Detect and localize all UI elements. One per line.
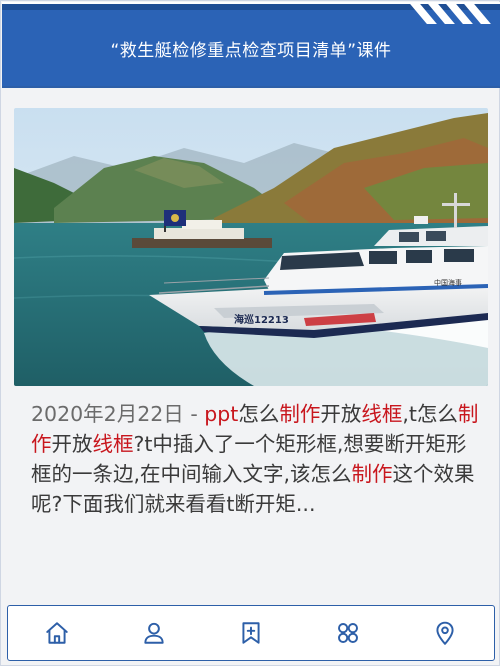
- excerpt-keyword: 线框: [361, 402, 403, 426]
- header-stripes-decoration: [405, 2, 491, 24]
- page-title: “救生艇检修重点检查项目清单”课件: [110, 41, 392, 61]
- excerpt-keyword: 制作: [351, 462, 393, 486]
- excerpt-keyword: ppt: [204, 402, 239, 426]
- boat-agency-label: 中国海事: [434, 279, 462, 287]
- article-card[interactable]: 海巡12213 中国海事 2020年2月22日 - ppt怎么制作开放线框,t怎…: [11, 105, 491, 595]
- location-pin-icon: [436, 621, 454, 645]
- excerpt-text: ,t怎么: [402, 402, 458, 426]
- excerpt-keyword: 线框: [92, 432, 134, 456]
- tab-favorites[interactable]: [231, 613, 271, 653]
- bookmark-add-icon: [242, 622, 260, 644]
- app-header: “救生艇检修重点检查项目清单”课件: [2, 2, 500, 88]
- boat-number-label: 海巡12213: [234, 315, 289, 326]
- home-icon: [45, 622, 68, 644]
- article-date: 2020年2月22日: [31, 402, 184, 426]
- apps-grid-icon: [338, 623, 359, 643]
- page-frame: “救生艇检修重点检查项目清单”课件 海巡12213 中国海事 2020年2月22…: [0, 0, 500, 666]
- excerpt-text: 怎么: [238, 402, 280, 426]
- excerpt-keyword: 制作: [279, 402, 321, 426]
- tab-location[interactable]: [425, 613, 465, 653]
- tab-home[interactable]: [37, 613, 77, 653]
- excerpt-text: 开放: [51, 432, 93, 456]
- date-separator: -: [183, 402, 205, 426]
- excerpt-text: 开放: [320, 402, 362, 426]
- boat-photo-illustration: [14, 108, 488, 386]
- tab-categories[interactable]: [328, 613, 368, 653]
- user-icon: [144, 622, 164, 644]
- bottom-tab-bar: [7, 605, 495, 661]
- article-photo[interactable]: 海巡12213 中国海事: [14, 108, 488, 386]
- article-excerpt[interactable]: 2020年2月22日 - ppt怎么制作开放线框,t怎么制作开放线框?t中插入了…: [31, 399, 483, 519]
- tab-profile[interactable]: [134, 613, 174, 653]
